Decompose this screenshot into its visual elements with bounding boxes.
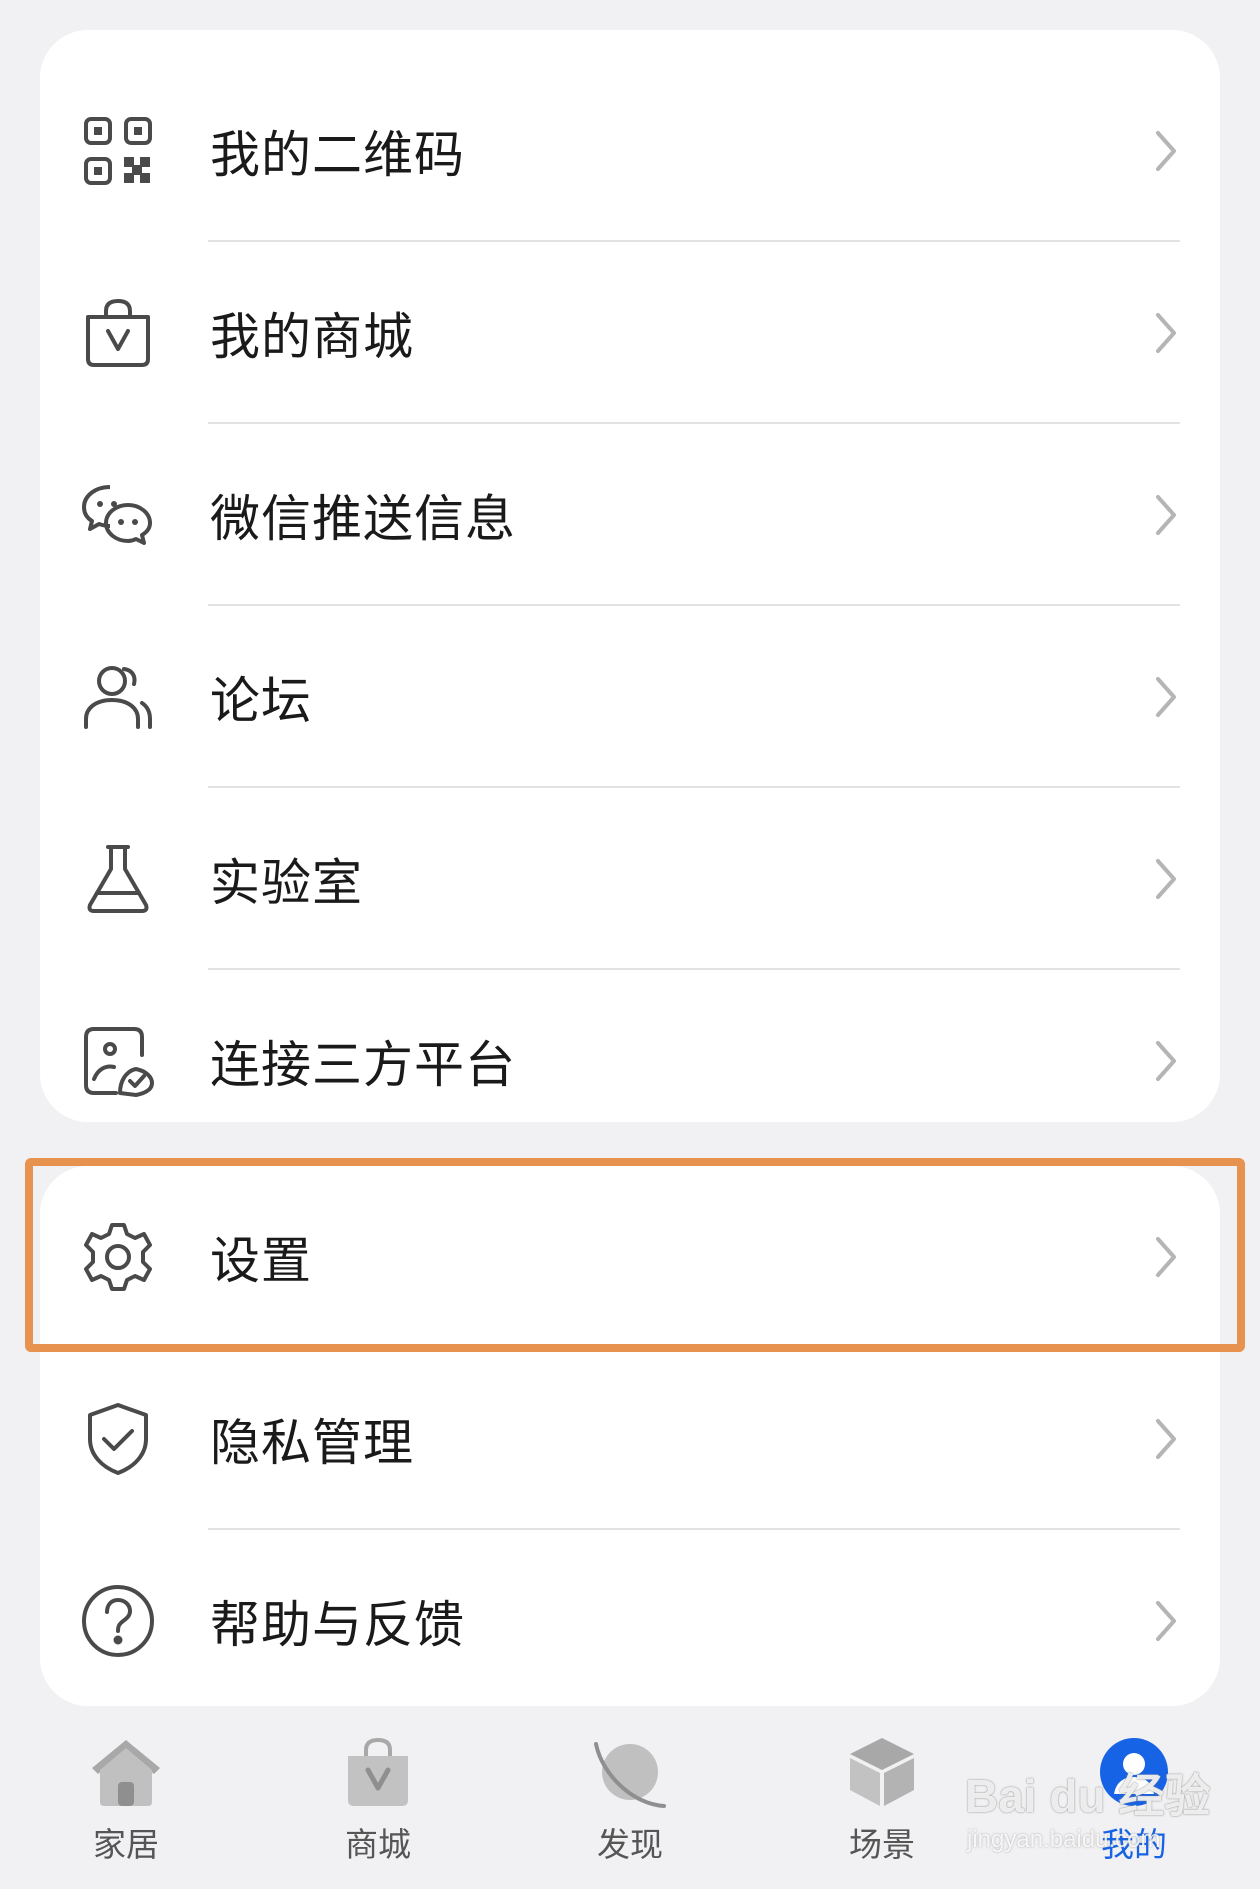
tab-label: 场景 (849, 1825, 915, 1864)
menu-item-label: 连接三方平台 (210, 1036, 516, 1094)
cube-icon (844, 1734, 920, 1810)
chevron-right-icon (1152, 855, 1180, 903)
qr-code-icon (80, 113, 156, 189)
flask-icon (80, 841, 156, 917)
menu-item-my-mall[interactable]: 我的商城 (40, 242, 1220, 424)
me-page: 我的二维码 我的商城 微信推送信息 论坛 实验室 连接三方平台 设置 隐私管理 … (0, 0, 1260, 1889)
planet-icon (592, 1734, 668, 1810)
menu-item-label: 设置 (210, 1232, 312, 1290)
chevron-right-icon (1152, 1037, 1180, 1085)
home-icon (88, 1734, 164, 1810)
menu-item-wechat-push[interactable]: 微信推送信息 (40, 424, 1220, 606)
tab-label: 发现 (597, 1825, 663, 1864)
tab-mall[interactable]: 商城 (298, 1734, 458, 1874)
menu-item-third-party[interactable]: 连接三方平台 (40, 970, 1220, 1152)
third-party-icon (80, 1023, 156, 1099)
menu-item-label: 我的二维码 (210, 126, 465, 184)
chevron-right-icon (1152, 491, 1180, 539)
menu-item-qr-code[interactable]: 我的二维码 (40, 60, 1220, 242)
tab-discover[interactable]: 发现 (550, 1734, 710, 1874)
shopping-bag-icon (80, 295, 156, 371)
menu-card-primary: 我的二维码 我的商城 微信推送信息 论坛 实验室 连接三方平台 (40, 30, 1220, 1122)
menu-item-label: 论坛 (210, 672, 312, 730)
menu-item-label: 实验室 (210, 854, 363, 912)
menu-item-label: 帮助与反馈 (210, 1596, 465, 1654)
menu-item-label: 隐私管理 (210, 1414, 414, 1472)
tab-scene[interactable]: 场景 (802, 1734, 962, 1874)
forum-users-icon (80, 659, 156, 735)
menu-item-lab[interactable]: 实验室 (40, 788, 1220, 970)
bottom-tab-bar: 家居 商城 发现 场景 我的 (0, 1712, 1260, 1889)
tab-label: 我的 (1101, 1825, 1167, 1864)
menu-item-forum[interactable]: 论坛 (40, 606, 1220, 788)
shield-check-icon (80, 1401, 156, 1477)
tab-me[interactable]: 我的 (1054, 1734, 1214, 1874)
wechat-icon (80, 477, 156, 553)
menu-item-label: 微信推送信息 (210, 490, 516, 548)
chevron-right-icon (1152, 673, 1180, 721)
menu-item-label: 我的商城 (210, 308, 414, 366)
mall-bag-icon (340, 1734, 416, 1810)
chevron-right-icon (1152, 1415, 1180, 1463)
tab-label: 商城 (345, 1825, 411, 1864)
chevron-right-icon (1152, 1597, 1180, 1645)
tab-home[interactable]: 家居 (46, 1734, 206, 1874)
chevron-right-icon (1152, 127, 1180, 175)
help-circle-icon (80, 1583, 156, 1659)
menu-item-settings[interactable]: 设置 (40, 1166, 1220, 1348)
chevron-right-icon (1152, 1233, 1180, 1281)
chevron-right-icon (1152, 309, 1180, 357)
tab-label: 家居 (93, 1825, 159, 1864)
menu-card-secondary: 设置 隐私管理 帮助与反馈 (40, 1166, 1220, 1706)
menu-item-privacy[interactable]: 隐私管理 (40, 1348, 1220, 1530)
gear-icon (80, 1219, 156, 1295)
menu-item-help[interactable]: 帮助与反馈 (40, 1530, 1220, 1712)
profile-icon (1096, 1734, 1172, 1810)
